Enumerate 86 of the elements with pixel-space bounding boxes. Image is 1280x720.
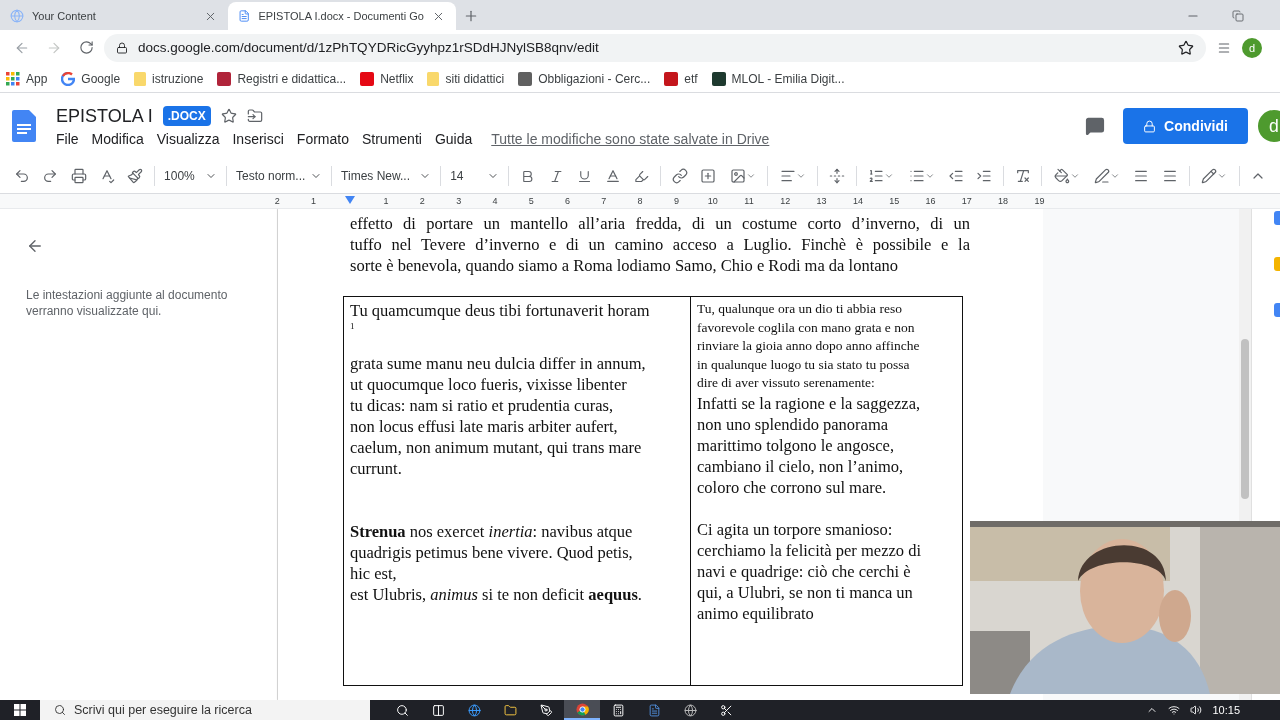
paragraph-line: sorte è benevola, quando siamo a Roma lodiamo Samo, Chio e Rodi ma da lontano <box>350 255 900 276</box>
user-avatar[interactable]: d <box>1258 110 1280 142</box>
ruler-number: 16 <box>924 196 937 206</box>
bookmark-link[interactable]: MLOL - Emilia Digit... <box>711 71 845 86</box>
ruler-number: 1 <box>382 196 390 206</box>
bookmark-link[interactable]: Obbligazioni - Cerc... <box>518 71 651 86</box>
ruler-number: 13 <box>815 196 828 206</box>
text-line: cerchiamo la felicità per mezzo di <box>697 539 922 561</box>
share-button[interactable]: Condividi <box>1123 108 1248 144</box>
address-bar[interactable]: docs.google.com/document/d/1zPhTQYDRicGyyhpz1rSDdHJNylSB8qnv/edit <box>104 33 1206 62</box>
ruler-number: 7 <box>600 196 608 206</box>
browser-tab[interactable]: Your Content <box>0 2 228 30</box>
tab-title: EPISTOLA I.docx - Documenti Go <box>258 10 424 22</box>
text-line: Tu quamcumque deus tibi fortunaverit horam <box>350 300 651 321</box>
text-line: caelum, non animum mutant, qui trans mare <box>350 437 643 458</box>
text-line: non uno splendido panorama <box>697 413 890 435</box>
profile-avatar[interactable]: d <box>1242 37 1262 58</box>
ruler-number: 2 <box>418 196 426 206</box>
bookmark-link[interactable]: Netflix <box>360 71 414 86</box>
ruler-number: 2 <box>273 196 281 206</box>
text-line: dire di aver vissuto serenamente: <box>697 374 876 392</box>
ruler-number: 17 <box>960 196 973 206</box>
ruler-number: 9 <box>672 196 680 206</box>
text-line: currunt. <box>350 458 403 479</box>
menu-item[interactable]: Visualizza <box>156 130 220 147</box>
text-line: favorevole coglila con mano grata e non <box>697 318 916 337</box>
text-line: qui, a Ulubri, se non ti manca un <box>697 581 914 603</box>
ruler-number: 3 <box>455 196 463 206</box>
ruler-number: 10 <box>706 196 719 206</box>
ruler-number: 18 <box>997 196 1010 206</box>
ruler-number: 12 <box>779 196 792 206</box>
ruler-number: 15 <box>888 196 901 206</box>
bookmark-link[interactable]: Google <box>61 71 121 86</box>
text-line: non locus effusi late maris arbiter aufert, <box>350 416 619 437</box>
text-line: cambiano il cielo, non l’animo, <box>697 455 905 477</box>
footnote-mark: 1 <box>350 321 356 332</box>
menu-item[interactable]: Guida <box>434 130 473 147</box>
ruler-number: 5 <box>527 196 535 206</box>
style-dropdown[interactable]: Testo norm... <box>231 162 327 190</box>
paragraph-line: tuffo nel Tevere d’inverno e di un camino acceso a Luglio. Finchè è possibile e la <box>350 234 970 255</box>
ruler-number: 19 <box>1033 196 1046 206</box>
url-text: docs.google.com/document/d/1zPhTQYDRicGyyhpz1rSDdHJNylSB8qnv/edit <box>138 40 600 55</box>
bookmark-link[interactable]: etf <box>664 71 698 86</box>
text-line: Ci agita un torpore smanioso: <box>697 518 894 540</box>
browser-tab[interactable]: EPISTOLA I.docx - Documenti Go <box>228 2 456 30</box>
font-size-dropdown[interactable]: 14 <box>446 162 504 190</box>
ruler-number: 14 <box>851 196 864 206</box>
ruler-number: 1 <box>309 196 317 206</box>
text-line: rinviare la gioia anno dopo anno affinche <box>697 337 921 355</box>
text-line: Tu, qualunque ora un dio ti abbia reso <box>697 300 903 318</box>
save-status-link[interactable]: Tutte le modifiche sono state salvate in Drive <box>491 130 770 147</box>
taskbar-search-field[interactable]: Scrivi qui per eseguire la ricerca <box>40 700 370 720</box>
bookmark-link[interactable]: istruzione <box>134 71 204 86</box>
bookmark-link[interactable]: Registri e didattica... <box>217 71 347 86</box>
ruler-number: 8 <box>636 196 644 206</box>
text-line: marittimo tolgono le angosce, <box>697 434 896 456</box>
text-line: coloro che corrono sul mare. <box>697 476 888 498</box>
tab-title: Your Content <box>32 10 97 22</box>
text-line: Strenua nos exercet inertia: navibus atque <box>350 521 634 542</box>
menu-item[interactable]: Modifica <box>91 130 144 147</box>
text-line: ut quocumque loco fueris, vixisse libenter <box>350 374 628 395</box>
file-type-badge: .DOCX <box>162 106 211 126</box>
font-dropdown[interactable]: Times New... <box>337 162 436 190</box>
text-line: grata sume manu neu dulcia differ in annum, <box>350 353 647 374</box>
bookmark-link[interactable]: siti didattici <box>427 71 505 86</box>
zoom-dropdown[interactable]: 100% <box>160 162 221 190</box>
menu-item[interactable]: Inserisci <box>232 130 284 147</box>
text-line: animo equilibrato <box>697 602 815 624</box>
document-title[interactable]: EPISTOLA I <box>56 105 153 127</box>
outline-message: Le intestazioni aggiunte al documento verranno visualizzate qui. <box>26 287 229 319</box>
text-line: quadrigis petimus bene vivere. Quod petis, <box>350 542 634 563</box>
bookmark-link[interactable]: App <box>6 71 48 86</box>
text-line: hic est, <box>350 563 398 584</box>
text-line: Infatti se la ragione e la saggezza, <box>697 392 922 414</box>
taskbar-clock[interactable]: 10:15 <box>1202 704 1280 716</box>
text-line: tu dicas: nam si ratio et prudentia curas, <box>350 395 614 416</box>
menu-item[interactable]: File <box>56 130 79 147</box>
menu-item[interactable]: Strumenti <box>361 130 422 147</box>
ruler-number: 4 <box>491 196 499 206</box>
ruler-number: 6 <box>564 196 572 206</box>
text-line: navi e quadrige: ciò che cerchi è <box>697 560 912 582</box>
text-line: in qualunque luogo tu sia stato tu possa <box>697 355 911 374</box>
menu-item[interactable]: Formato <box>296 130 349 147</box>
paragraph-line: effetto di portare un mantello all’aria fredda, di un costume corto d’inverno, di un <box>350 213 970 234</box>
text-line: est Ulubris, animus si te non deficit aequus. <box>350 584 643 605</box>
ruler-number: 11 <box>743 196 755 206</box>
